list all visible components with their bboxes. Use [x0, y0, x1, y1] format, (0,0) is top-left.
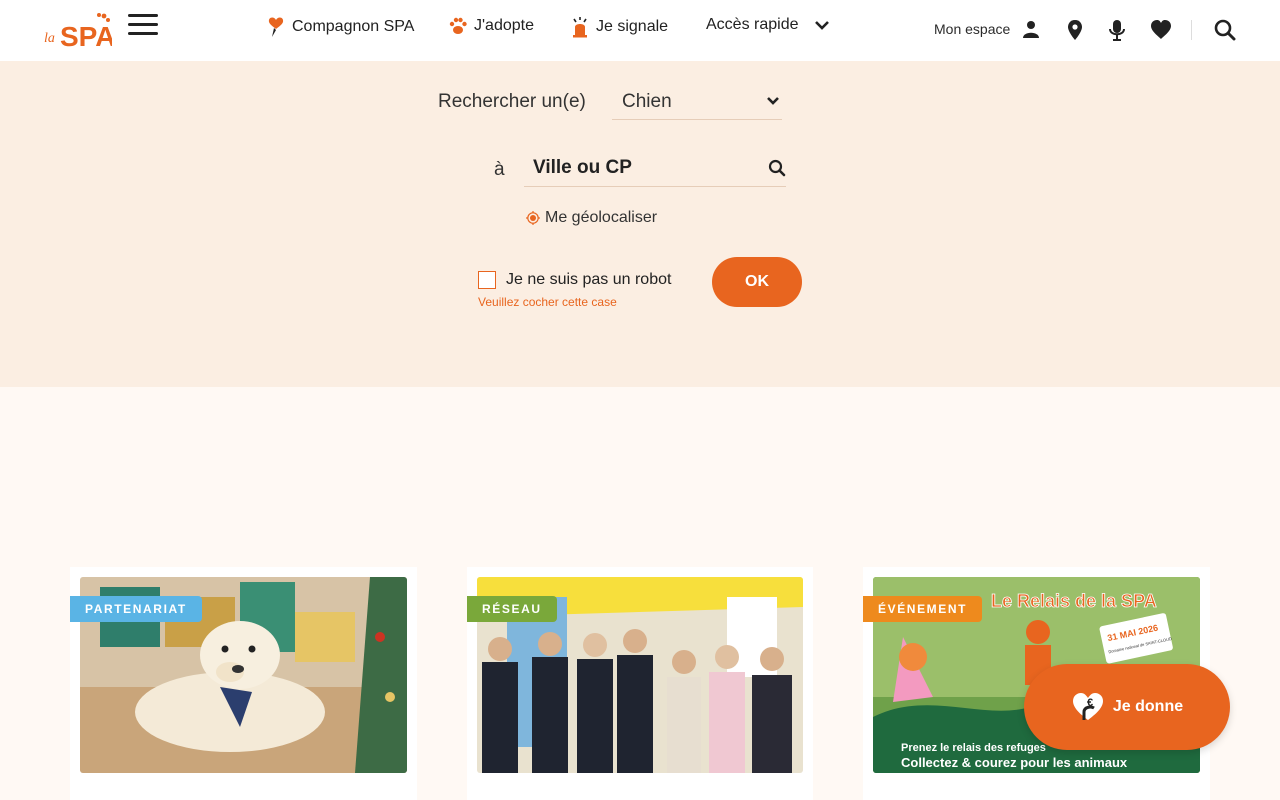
chevron-down-icon: [767, 97, 779, 105]
target-icon: [526, 211, 540, 225]
species-select[interactable]: Chien: [612, 82, 782, 120]
location-label: à: [494, 159, 505, 180]
user-icon: [1023, 21, 1040, 38]
captcha-row: Je ne suis pas un robot: [478, 271, 671, 289]
donate-button[interactable]: € Je donne: [1024, 664, 1230, 750]
location-pin-icon[interactable]: [1064, 19, 1086, 41]
svg-text:SPA: SPA: [60, 21, 112, 48]
heart-icon[interactable]: [1150, 19, 1172, 41]
paw-icon: [449, 17, 467, 34]
captcha-error: Veuillez cocher cette case: [478, 295, 617, 309]
chevron-down-icon: [814, 21, 829, 30]
nav-label: Compagnon SPA: [292, 18, 415, 35]
city-field: [524, 150, 786, 187]
city-input[interactable]: [524, 150, 754, 186]
captcha-checkbox[interactable]: [478, 271, 496, 289]
news-card-reseau[interactable]: RÉSEAU: [467, 567, 813, 800]
geolocate-label: Me géolocaliser: [545, 209, 658, 226]
news-card-partenariat[interactable]: PARTENARIAT: [70, 567, 417, 800]
card-tag: RÉSEAU: [467, 596, 557, 622]
nav-acces-rapide[interactable]: Accès rapide: [706, 16, 835, 34]
svg-text:€: €: [1087, 697, 1093, 709]
search-label: Rechercher un(e): [438, 91, 586, 112]
spa-logo[interactable]: la SPA: [44, 12, 116, 52]
nav-je-signale[interactable]: Je signale: [570, 16, 668, 38]
poster-title-text: Le Relais de la SPA: [991, 591, 1157, 611]
search-icon[interactable]: [1214, 19, 1236, 41]
nav-compagnon-spa[interactable]: Compagnon SPA: [266, 16, 414, 38]
svg-text:la: la: [44, 31, 55, 46]
card-tag: PARTENARIAT: [70, 596, 202, 622]
header-divider: [1191, 20, 1192, 40]
account-label: Mon espace: [934, 21, 1011, 37]
species-value: Chien: [622, 91, 672, 112]
captcha-label: Je ne suis pas un robot: [506, 271, 672, 288]
top-header: la SPA Compagnon SPA J'adopte Je signale…: [0, 0, 1280, 61]
nav-label: Accès rapide: [706, 16, 799, 33]
microphone-icon[interactable]: [1106, 19, 1128, 41]
nav-label: Je signale: [596, 18, 669, 35]
poster-line-1: Prenez le relais des refuges: [901, 742, 1046, 754]
poster-line-2: Collectez & courez pour les animaux: [901, 755, 1128, 770]
mon-espace-link[interactable]: Mon espace: [934, 20, 1040, 38]
search-icon[interactable]: [768, 159, 786, 177]
siren-icon: [573, 17, 587, 38]
card-tag: ÉVÉNEMENT: [863, 596, 983, 622]
nav-label: J'adopte: [474, 17, 534, 34]
search-submit-button[interactable]: OK: [712, 257, 802, 307]
menu-burger-button[interactable]: [128, 14, 158, 38]
heart-pin-icon: [268, 17, 284, 37]
donate-label: Je donne: [1112, 698, 1184, 715]
heart-euro-icon: €: [1072, 693, 1103, 720]
geolocate-link[interactable]: Me géolocaliser: [526, 209, 657, 227]
nav-j-adopte[interactable]: J'adopte: [448, 16, 534, 36]
